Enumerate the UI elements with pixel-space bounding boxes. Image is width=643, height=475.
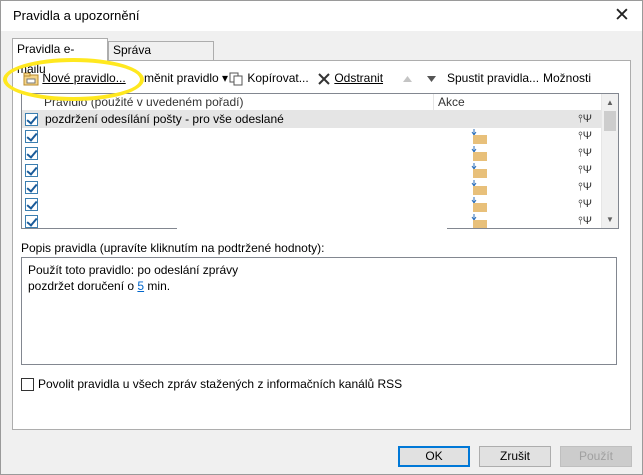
rule-tools-icon: ⫯Ψ	[578, 164, 592, 176]
change-rule-label: měnit pravidlo	[144, 71, 219, 85]
move-down-button[interactable]	[426, 67, 437, 89]
delete-rule-button[interactable]: Odstranit	[317, 67, 383, 89]
run-rules-button[interactable]: Spustit pravidla...	[447, 67, 539, 89]
description-line-1: Použít toto pravidlo: po odeslání zprávy	[28, 263, 239, 277]
move-to-folder-icon	[471, 163, 487, 178]
window-title: Pravidla a upozornění	[13, 8, 140, 23]
change-rule-button[interactable]: měnit pravidlo ▾	[144, 67, 228, 89]
move-down-icon	[427, 75, 436, 82]
rule-tools-icon: ⫯Ψ	[578, 147, 592, 159]
delete-label: Odstranit	[334, 71, 384, 85]
apply-button[interactable]: Použít	[560, 446, 632, 467]
rule-checkbox[interactable]	[25, 215, 38, 228]
options-button[interactable]: Možnosti	[543, 67, 591, 89]
rule-checkbox[interactable]	[25, 198, 38, 211]
rule-description-label: Popis pravidla (upravíte kliknutím na po…	[21, 241, 325, 255]
rule-checkbox[interactable]	[25, 164, 38, 177]
rule-tools-icon: ⫯Ψ	[578, 198, 592, 210]
options-label: Možnosti	[543, 71, 592, 85]
move-to-folder-icon	[471, 180, 487, 195]
scroll-up-icon[interactable]: ▲	[602, 94, 618, 111]
description-text: pozdržet doručení o	[28, 279, 138, 293]
move-to-folder-icon	[471, 129, 487, 144]
rule-tools-icon: ⫯Ψ	[578, 113, 592, 125]
description-unit: min.	[144, 279, 171, 293]
new-rule-label: Nové pravidlo...	[42, 71, 126, 85]
ok-button[interactable]: OK	[398, 446, 470, 467]
run-rules-label: Spustit pravidla...	[447, 71, 540, 85]
rule-row[interactable]: pozdržení odesílání pošty - pro vše odes…	[22, 111, 602, 128]
tab-manage-alerts[interactable]: Správa upozornění	[108, 41, 214, 74]
rule-name: pozdržení odesílání pošty - pro vše odes…	[45, 112, 284, 126]
move-up-icon	[403, 75, 412, 82]
redacted-area	[177, 135, 447, 229]
rule-tools-icon: ⫯Ψ	[578, 215, 592, 227]
tab-email-rules[interactable]: Pravidla e-mailu	[12, 38, 108, 76]
title-bar: Pravidla a upozornění ✕	[1, 1, 642, 31]
move-to-folder-icon	[471, 146, 487, 161]
rule-checkbox[interactable]	[25, 147, 38, 160]
rules-list-scrollbar[interactable]: ▲ ▼	[601, 94, 618, 228]
rule-tools-icon: ⫯Ψ	[578, 130, 592, 142]
delete-icon	[318, 73, 330, 85]
close-icon[interactable]: ✕	[603, 3, 641, 29]
column-header-action[interactable]: Akce	[434, 94, 602, 111]
column-header-rule[interactable]: Pravidlo (použité v uvedeném pořadí)	[22, 94, 434, 111]
move-up-button[interactable]	[402, 67, 413, 89]
scroll-down-icon[interactable]: ▼	[602, 211, 618, 228]
rule-description-box: Použít toto pravidlo: po odeslání zprávy…	[21, 257, 617, 365]
move-to-folder-icon	[471, 197, 487, 212]
rule-checkbox[interactable]	[25, 113, 38, 126]
chevron-down-icon: ▾	[222, 71, 229, 85]
copy-label: Kopírovat...	[247, 71, 309, 85]
rule-checkbox[interactable]	[25, 130, 38, 143]
cancel-button[interactable]: Zrušit	[479, 446, 551, 467]
scroll-thumb[interactable]	[604, 111, 616, 131]
rules-toolbar: Nové pravidlo... měnit pravidlo ▾ Kopíro…	[19, 67, 619, 89]
move-to-folder-icon	[471, 214, 487, 228]
copy-icon	[229, 72, 243, 86]
description-line-2: pozdržet doručení o 5 min.	[28, 278, 610, 294]
rss-checkbox-label: Povolit pravidla u všech zpráv stažených…	[38, 377, 403, 391]
rules-and-alerts-dialog: Pravidla a upozornění ✕ Pravidla e-mailu…	[0, 0, 643, 475]
rule-tools-icon: ⫯Ψ	[578, 181, 592, 193]
rule-checkbox[interactable]	[25, 181, 38, 194]
copy-rule-button[interactable]: Kopírovat...	[229, 67, 309, 89]
rss-checkbox[interactable]	[21, 378, 34, 391]
